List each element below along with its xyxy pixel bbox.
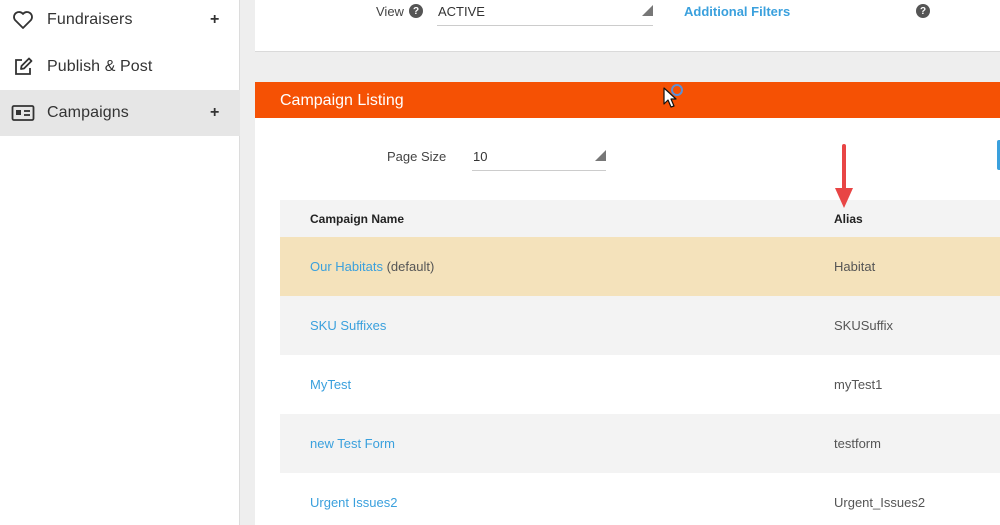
dropdown-arrow-icon bbox=[642, 5, 653, 16]
table-row[interactable]: Our Habitats (default) Habitat bbox=[280, 237, 1000, 296]
column-header-alias[interactable]: Alias bbox=[834, 212, 863, 226]
panel-title: Campaign Listing bbox=[280, 92, 404, 109]
filter-panel: View ? ACTIVE Additional Filters ? bbox=[255, 0, 1000, 52]
view-label: View bbox=[376, 4, 404, 19]
help-icon[interactable]: ? bbox=[409, 4, 423, 18]
expand-icon[interactable]: + bbox=[210, 11, 219, 29]
additional-filters-link[interactable]: Additional Filters bbox=[684, 4, 790, 19]
sidebar-item-label: Publish & Post bbox=[47, 58, 153, 75]
page-size-value: 10 bbox=[473, 149, 488, 164]
sidebar-item-publish-post[interactable]: Publish & Post bbox=[0, 44, 240, 90]
expand-icon[interactable]: + bbox=[210, 104, 219, 122]
campaign-name-link[interactable]: new Test Form bbox=[310, 436, 395, 451]
column-header-campaign-name[interactable]: Campaign Name bbox=[310, 212, 404, 226]
table-header: Campaign Name Alias bbox=[280, 200, 1000, 237]
table-row[interactable]: new Test Form testform bbox=[280, 414, 1000, 473]
default-tag: (default) bbox=[382, 259, 435, 274]
view-select-value: ACTIVE bbox=[438, 4, 485, 19]
campaign-alias: myTest1 bbox=[834, 377, 883, 392]
campaign-name-link[interactable]: MyTest bbox=[310, 377, 351, 392]
campaign-alias: testform bbox=[834, 436, 881, 451]
campaign-name-link[interactable]: Urgent Issues2 bbox=[310, 495, 397, 510]
campaign-name-link[interactable]: Our Habitats (default) bbox=[310, 259, 434, 274]
campaign-alias: SKUSuffix bbox=[834, 318, 894, 333]
heart-icon bbox=[11, 8, 35, 32]
table-row[interactable]: MyTest myTest1 bbox=[280, 355, 1000, 414]
page-size-label: Page Size bbox=[387, 149, 447, 164]
campaign-listing-panel: Campaign Listing Page Size 10 Campaign N… bbox=[255, 82, 1000, 525]
campaign-alias: Habitat bbox=[834, 259, 876, 274]
table-row[interactable]: Urgent Issues2 Urgent_Issues2 bbox=[280, 473, 1000, 525]
annotation-arrow-icon bbox=[835, 144, 853, 208]
campaign-listing-header: Campaign Listing bbox=[255, 82, 1000, 118]
table-row[interactable]: SKU Suffixes SKUSuffix bbox=[280, 296, 1000, 355]
mouse-cursor-icon bbox=[663, 84, 683, 108]
sidebar: Fundraisers + Publish & Post Campaigns + bbox=[0, 0, 240, 525]
sidebar-item-label: Fundraisers bbox=[47, 11, 133, 28]
sidebar-item-label: Campaigns bbox=[47, 104, 129, 121]
campaign-name-link[interactable]: SKU Suffixes bbox=[310, 318, 386, 333]
campaign-alias: Urgent_Issues2 bbox=[834, 495, 926, 510]
sidebar-item-campaigns[interactable]: Campaigns + bbox=[0, 90, 240, 136]
page-size-select[interactable]: 10 bbox=[472, 144, 606, 171]
id-card-icon bbox=[11, 101, 35, 125]
help-icon[interactable]: ? bbox=[916, 4, 930, 18]
campaign-table: Campaign Name Alias Our Habitats (defaul… bbox=[280, 200, 1000, 525]
view-select[interactable]: ACTIVE bbox=[437, 0, 653, 26]
dropdown-arrow-icon bbox=[595, 150, 606, 161]
edit-icon bbox=[11, 55, 35, 79]
sidebar-item-fundraisers[interactable]: Fundraisers + bbox=[0, 0, 240, 43]
